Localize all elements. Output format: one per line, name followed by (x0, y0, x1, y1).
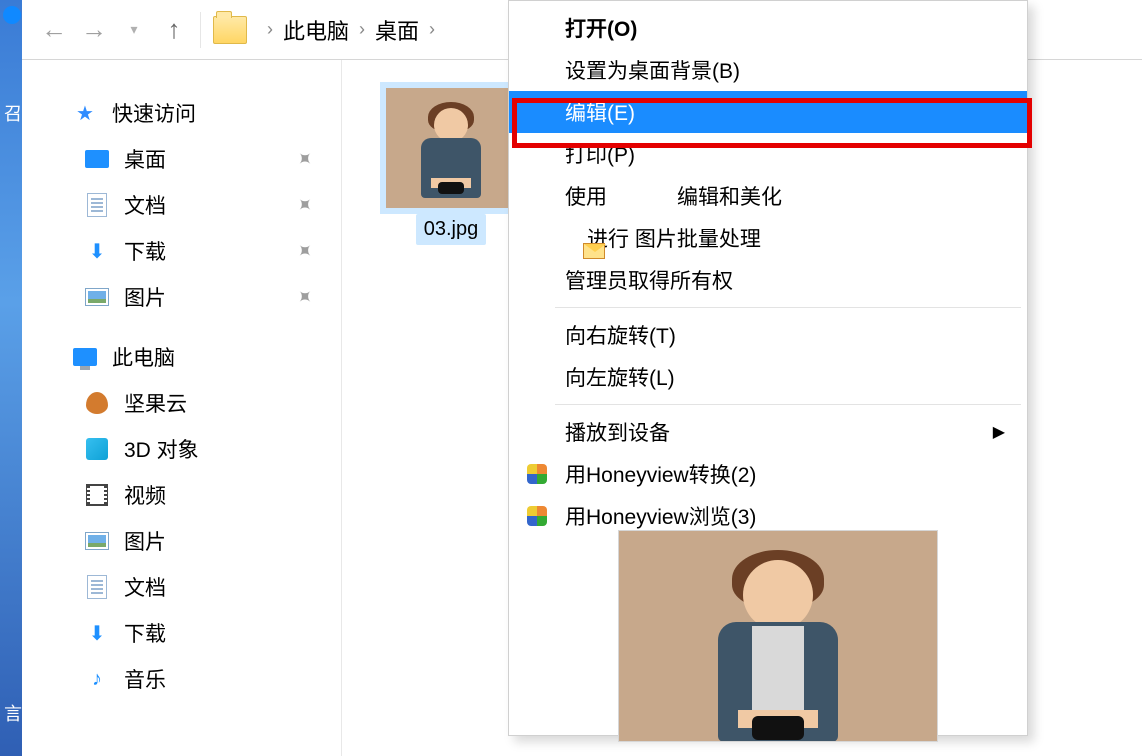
menu-batch-process[interactable]: 进行 图片批量处理 (509, 217, 1027, 259)
sidebar-item-documents2[interactable]: 文档 (22, 564, 341, 610)
monitor-icon (72, 344, 98, 370)
breadcrumb-part[interactable]: 此电脑 (283, 14, 349, 46)
submenu-arrow-icon: ▶ (993, 422, 1005, 442)
sidebar-label: 3D 对象 (124, 434, 199, 464)
sidebar-item-pictures[interactable]: 图片 ✦ (22, 274, 341, 320)
pin-icon: ✦ (290, 144, 320, 174)
sidebar-label: 下载 (124, 236, 166, 266)
breadcrumb-part[interactable]: 桌面 (375, 14, 419, 46)
menu-set-background[interactable]: 设置为桌面背景(B) (509, 49, 1027, 91)
nav-history-arrow[interactable]: ▾ (114, 10, 154, 50)
breadcrumb-sep: › (429, 19, 435, 40)
menu-print[interactable]: 打印(P) (509, 133, 1027, 175)
sidebar-item-music[interactable]: ♪ 音乐 (22, 656, 341, 702)
document-icon (84, 192, 110, 218)
file-thumbnail (386, 88, 516, 208)
menu-edit[interactable]: 编辑(E) (509, 91, 1027, 133)
download-icon: ⬇ (84, 620, 110, 646)
sidebar-item-downloads2[interactable]: ⬇ 下载 (22, 610, 341, 656)
sidebar-item-documents[interactable]: 文档 ✦ (22, 182, 341, 228)
cube-icon (84, 436, 110, 462)
sidebar-item-nutcloud[interactable]: 坚果云 (22, 380, 341, 426)
menu-separator (555, 404, 1021, 405)
sidebar-label: 桌面 (124, 144, 166, 174)
sidebar-item-videos[interactable]: 视频 (22, 472, 341, 518)
download-icon: ⬇ (84, 238, 110, 264)
sidebar-label: 快速访问 (112, 98, 196, 128)
sidebar-label: 图片 (124, 282, 166, 312)
pin-icon: ✦ (290, 282, 320, 312)
mail-icon (583, 243, 605, 259)
sidebar-item-desktop[interactable]: 桌面 ✦ (22, 136, 341, 182)
sidebar-label: 文档 (124, 572, 166, 602)
menu-open[interactable]: 打开(O) (509, 7, 1027, 49)
music-icon: ♪ (84, 666, 110, 692)
menu-cast-to-device[interactable]: 播放到设备 ▶ (509, 411, 1027, 453)
menu-rotate-left[interactable]: 向左旋转(L) (509, 356, 1027, 398)
pin-icon: ✦ (290, 190, 320, 220)
sidebar-quick-access[interactable]: ★ 快速访问 (22, 90, 341, 136)
sidebar-label: 视频 (124, 480, 166, 510)
desktop-edge: 召 言 (0, 0, 22, 756)
sidebar-label: 此电脑 (112, 342, 175, 372)
honeyview-icon (527, 464, 547, 484)
sidebar-label: 坚果云 (124, 388, 187, 418)
menu-admin-ownership[interactable]: 管理员取得所有权 (509, 259, 1027, 301)
menu-rotate-right[interactable]: 向右旋转(T) (509, 314, 1027, 356)
pictures-icon (84, 284, 110, 310)
breadcrumb-sep: › (267, 19, 273, 40)
menu-use-edit-beautify[interactable]: 使用编辑和美化 (509, 175, 1027, 217)
file-tile[interactable]: 03.jpg (376, 82, 526, 245)
sidebar-this-pc[interactable]: 此电脑 (22, 334, 341, 380)
nav-divider (200, 12, 201, 48)
sidebar-item-3dobjects[interactable]: 3D 对象 (22, 426, 341, 472)
nav-up-button[interactable]: ↑ (154, 10, 194, 50)
nav-back-button[interactable]: ← (34, 10, 74, 50)
desktop-icon (84, 146, 110, 172)
file-name-label: 03.jpg (416, 214, 487, 245)
menu-honeyview-convert[interactable]: 用Honeyview转换(2) (509, 453, 1027, 495)
honeyview-icon (527, 506, 547, 526)
star-icon: ★ (72, 100, 98, 126)
folder-icon (213, 16, 247, 44)
nav-forward-button[interactable]: → (74, 10, 114, 50)
film-icon (84, 482, 110, 508)
sidebar-label: 下载 (124, 618, 166, 648)
menu-separator (555, 307, 1021, 308)
nut-icon (84, 390, 110, 416)
sidebar-label: 音乐 (124, 664, 166, 694)
pictures-icon (84, 528, 110, 554)
sidebar-label: 文档 (124, 190, 166, 220)
breadcrumb-sep: › (359, 19, 365, 40)
sidebar-item-downloads[interactable]: ⬇ 下载 ✦ (22, 228, 341, 274)
image-preview-tooltip (618, 530, 938, 742)
document-icon (84, 574, 110, 600)
nav-sidebar: ★ 快速访问 桌面 ✦ 文档 ✦ ⬇ 下载 ✦ 图片 ✦ 此电脑 坚果云 3D … (22, 60, 342, 756)
pin-icon: ✦ (290, 236, 320, 266)
sidebar-label: 图片 (124, 526, 166, 556)
sidebar-item-pictures2[interactable]: 图片 (22, 518, 341, 564)
